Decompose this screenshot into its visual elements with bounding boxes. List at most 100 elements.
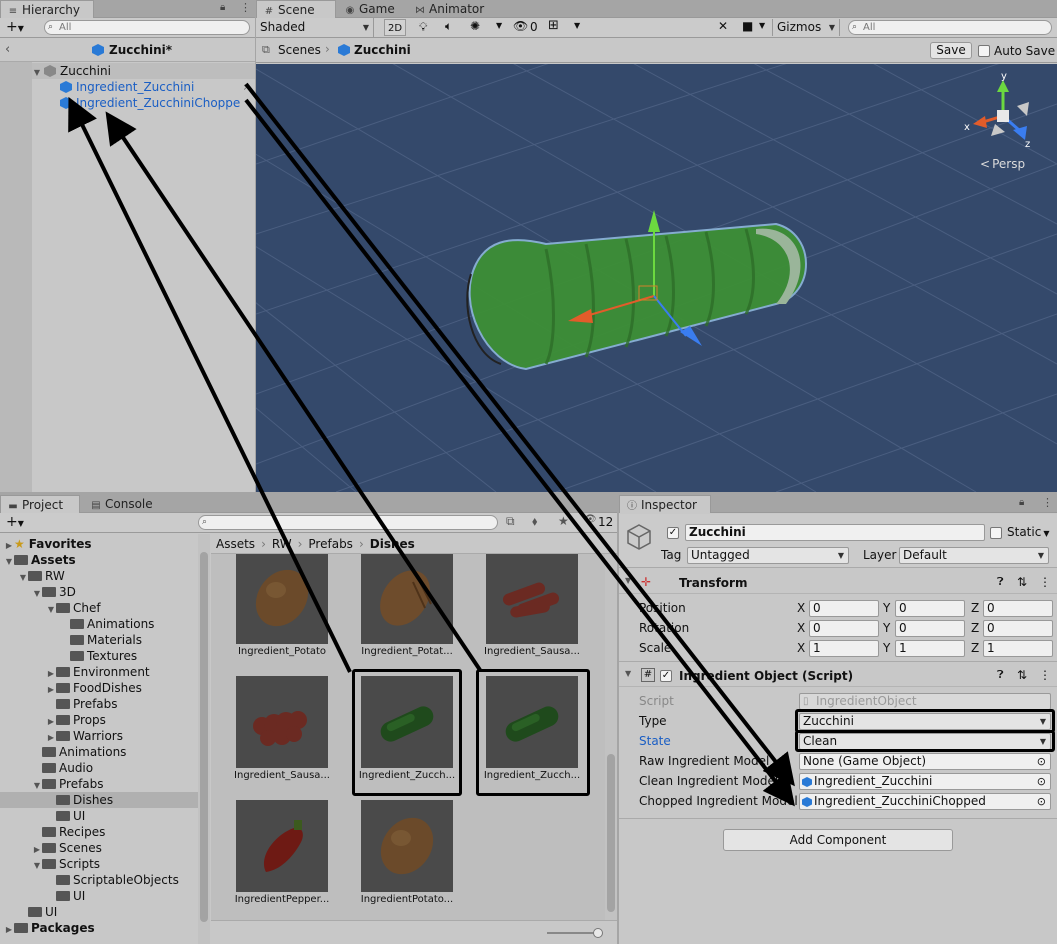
- asset-scroll-thumb[interactable]: [607, 754, 615, 912]
- breadcrumb-rw[interactable]: RW: [272, 537, 292, 551]
- asset-label[interactable]: Ingredient_Sausa...: [473, 646, 591, 657]
- enabled-checkbox[interactable]: [660, 670, 672, 682]
- expand-icon[interactable]: ▶: [4, 922, 14, 938]
- axis-y-label[interactable]: Y: [883, 620, 890, 636]
- tab-project[interactable]: ▬ Project: [0, 495, 80, 513]
- tree-item[interactable]: Audio: [0, 760, 198, 776]
- filter-label-icon[interactable]: ⬧: [532, 514, 537, 529]
- transform-z-field[interactable]: 1: [983, 640, 1053, 657]
- asset-label[interactable]: Ingredient_Sausa...: [223, 770, 341, 781]
- tree-item[interactable]: ▼ RW: [0, 568, 198, 584]
- more-icon[interactable]: ⋮: [240, 1, 251, 14]
- tab-animator[interactable]: ⋈ Animator: [408, 0, 490, 18]
- scene-viewport[interactable]: y x z < Persp: [256, 64, 1057, 492]
- object-picker-icon[interactable]: ⊙: [1037, 754, 1046, 769]
- object-picker-icon[interactable]: ⊙: [1037, 774, 1046, 789]
- lighting-icon[interactable]: 💡︎: [419, 20, 427, 35]
- asset-thumbnail[interactable]: [236, 676, 328, 768]
- axis-z-label[interactable]: Z: [971, 620, 979, 636]
- tree-item[interactable]: ScriptableObjects: [0, 872, 198, 888]
- asset-label[interactable]: Ingredient_Potat...: [348, 646, 466, 657]
- chevron-down-icon[interactable]: ▼: [759, 21, 765, 30]
- lock-icon[interactable]: 🔒︎: [220, 2, 225, 13]
- axis-y-label[interactable]: Y: [883, 600, 890, 616]
- axis-z-label[interactable]: Z: [971, 640, 979, 656]
- chevron-down-icon[interactable]: ▼: [496, 21, 502, 30]
- preset-icon[interactable]: ⇅: [1017, 668, 1027, 682]
- transform-y-field[interactable]: 1: [895, 640, 965, 657]
- hierarchy-child[interactable]: Ingredient_Zucchini ›: [60, 79, 255, 95]
- tree-item[interactable]: ▶ FoodDishes: [0, 680, 198, 696]
- object-name-field[interactable]: Zucchini: [685, 524, 985, 541]
- effects-icon[interactable]: ✺: [470, 19, 480, 33]
- tree-item[interactable]: UI: [0, 904, 198, 920]
- tree-item[interactable]: ▶ Props: [0, 712, 198, 728]
- transform-z-field[interactable]: 0: [983, 600, 1053, 617]
- breadcrumb-assets[interactable]: Assets: [216, 537, 255, 551]
- asset-label[interactable]: IngredientPepper...: [223, 894, 341, 905]
- breadcrumb-dishes[interactable]: Dishes: [370, 537, 415, 551]
- tree-item[interactable]: ▼ Chef: [0, 600, 198, 616]
- tree-item[interactable]: Recipes: [0, 824, 198, 840]
- chevron-down-icon[interactable]: ▼: [574, 21, 580, 30]
- active-checkbox[interactable]: [667, 527, 679, 539]
- asset-label[interactable]: IngredientPotato...: [348, 894, 466, 905]
- favorite-icon[interactable]: ★: [558, 514, 569, 528]
- audio-icon[interactable]: 🔈︎: [445, 19, 452, 34]
- zoom-slider-handle[interactable]: [593, 928, 603, 938]
- breadcrumb-prefabs[interactable]: Prefabs: [308, 537, 353, 551]
- tree-item[interactable]: ▶ ★ Favorites: [0, 536, 198, 552]
- transform-header[interactable]: ▼ ✛ Transform ❓︎ ⇅ ⋮: [619, 574, 1057, 594]
- tree-item[interactable]: ▶ Scenes: [0, 840, 198, 856]
- breadcrumb-zucchini[interactable]: Zucchini: [354, 43, 411, 57]
- filter-type-icon[interactable]: ⧉: [506, 514, 515, 529]
- chevron-right-icon[interactable]: ›: [243, 79, 248, 95]
- axis-x-label[interactable]: X: [797, 600, 805, 616]
- fold-icon[interactable]: ▼: [625, 576, 631, 585]
- tree-item[interactable]: Animations: [0, 616, 198, 632]
- axis-x-label[interactable]: X: [797, 640, 805, 656]
- tree-item[interactable]: ▼ 3D: [0, 584, 198, 600]
- transform-x-field[interactable]: 1: [809, 640, 879, 657]
- transform-z-field[interactable]: 0: [983, 620, 1053, 637]
- tree-item[interactable]: Animations: [0, 744, 198, 760]
- more-icon[interactable]: ⋮: [1039, 668, 1051, 682]
- asset-thumbnail[interactable]: [361, 800, 453, 892]
- back-icon[interactable]: ‹: [5, 42, 10, 57]
- tree-item[interactable]: Materials: [0, 632, 198, 648]
- orientation-gizmo[interactable]: y x z: [961, 68, 1051, 158]
- tree-item[interactable]: ▼ Prefabs: [0, 776, 198, 792]
- more-icon[interactable]: ⋮: [1039, 575, 1051, 589]
- clean-model-field[interactable]: Ingredient_Zucchini ⊙: [799, 773, 1051, 790]
- raw-model-field[interactable]: None (Game Object) ⊙: [799, 753, 1051, 770]
- zoom-slider[interactable]: [547, 928, 603, 938]
- hierarchy-child[interactable]: Ingredient_ZucchiniChoppe: [60, 95, 255, 111]
- breadcrumb-scenes[interactable]: Scenes: [278, 43, 321, 57]
- help-icon[interactable]: ❓︎: [997, 668, 1004, 682]
- tools-icon[interactable]: ✕: [718, 19, 728, 33]
- tree-item[interactable]: Dishes: [0, 792, 198, 808]
- tree-item[interactable]: Prefabs: [0, 696, 198, 712]
- tree-item[interactable]: ▶ Packages: [0, 920, 198, 936]
- tree-item[interactable]: ▶ Environment: [0, 664, 198, 680]
- tree-scroll-thumb[interactable]: [200, 552, 208, 922]
- visibility-icon[interactable]: 👁︎: [513, 19, 528, 33]
- camera-icon[interactable]: ■: [742, 19, 753, 33]
- help-icon[interactable]: ❓︎: [997, 575, 1004, 589]
- save-button[interactable]: Save: [930, 42, 972, 59]
- tab-game[interactable]: ◉ Game: [338, 0, 401, 18]
- axis-y-label[interactable]: Y: [883, 640, 890, 656]
- asset-thumbnail[interactable]: [236, 800, 328, 892]
- hierarchy-search-input[interactable]: ⌕ All: [44, 20, 250, 35]
- gizmos-dropdown[interactable]: Gizmos: [772, 19, 840, 36]
- expand-icon[interactable]: ▼: [32, 65, 42, 81]
- create-button[interactable]: +▼: [6, 19, 24, 37]
- project-search-input[interactable]: ⌕: [198, 515, 498, 530]
- script-header[interactable]: ▼ # Ingredient Object (Script) ❓︎ ⇅ ⋮: [619, 667, 1057, 687]
- shading-dropdown[interactable]: Shaded: [256, 18, 374, 37]
- hierarchy-root[interactable]: ▼ Zucchini: [32, 63, 255, 79]
- transform-y-field[interactable]: 0: [895, 620, 965, 637]
- grid-snap-icon[interactable]: ⊞: [548, 18, 559, 33]
- lock-icon[interactable]: 🔒︎: [1019, 497, 1024, 508]
- chopped-model-field[interactable]: Ingredient_ZucchiniChopped ⊙: [799, 793, 1051, 810]
